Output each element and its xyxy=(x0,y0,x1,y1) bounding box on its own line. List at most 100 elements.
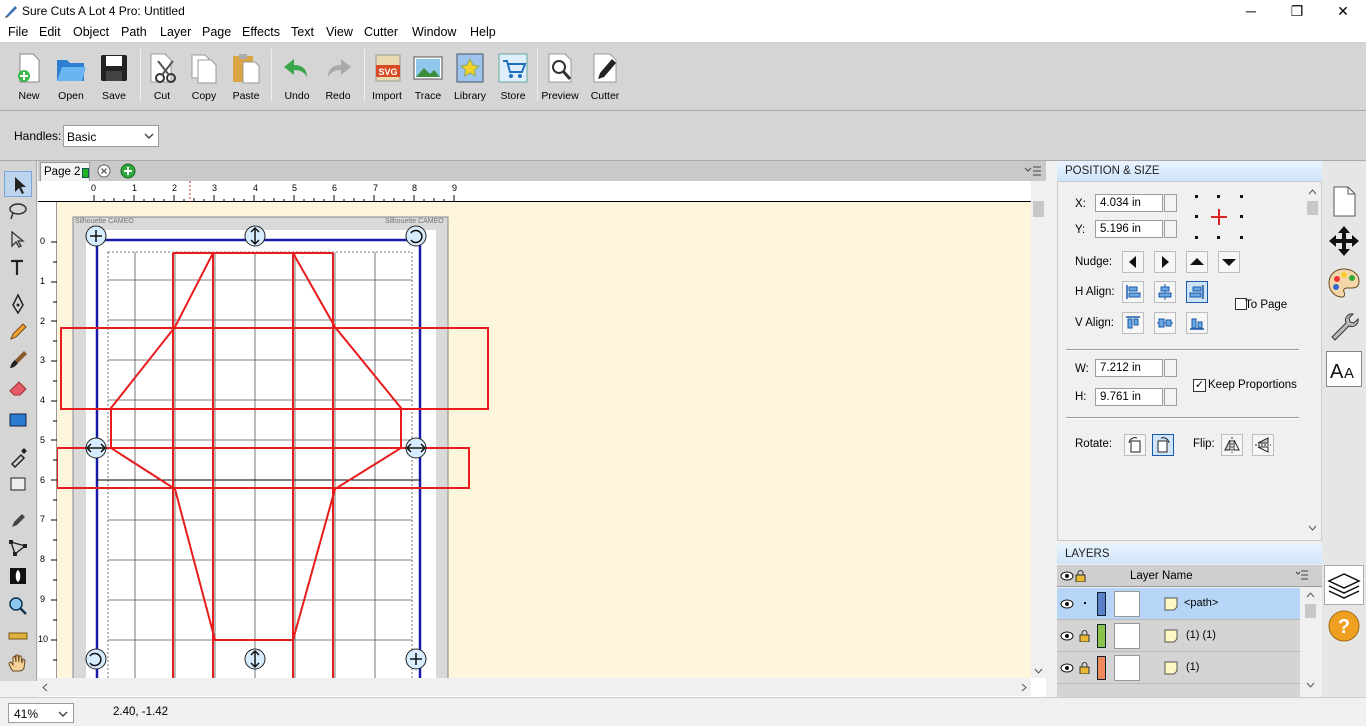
layer-color-swatch[interactable] xyxy=(1097,656,1106,680)
nudge-right-button[interactable] xyxy=(1154,251,1176,273)
align-middle-v-button[interactable] xyxy=(1154,312,1176,334)
nudge-down-button[interactable] xyxy=(1218,251,1240,273)
align-top-button[interactable] xyxy=(1122,312,1144,334)
position-panel-button[interactable] xyxy=(1326,223,1362,259)
width-spinner[interactable] xyxy=(1164,359,1177,377)
help-button[interactable]: ? xyxy=(1327,609,1361,643)
y-input[interactable]: 5.196 in xyxy=(1095,220,1163,238)
scroll-left-icon[interactable] xyxy=(41,683,49,692)
select-tool[interactable] xyxy=(4,171,32,197)
scroll-down-icon[interactable] xyxy=(1308,524,1317,532)
preview-button[interactable]: Preview xyxy=(541,49,579,105)
menu-file[interactable]: File xyxy=(8,25,28,39)
page-tab[interactable]: Page 2 xyxy=(40,162,90,181)
menu-edit[interactable]: Edit xyxy=(39,25,61,39)
pan-tool[interactable] xyxy=(4,651,32,677)
new-button[interactable]: New xyxy=(10,49,48,105)
layer-row[interactable]: (1) xyxy=(1057,652,1300,684)
knife-tool[interactable] xyxy=(4,507,32,533)
settings-panel-button[interactable] xyxy=(1326,309,1362,345)
scroll-thumb[interactable] xyxy=(1307,201,1318,215)
trace-button[interactable]: Trace xyxy=(409,49,447,105)
eyedropper-tool[interactable] xyxy=(4,443,32,469)
align-right-button[interactable] xyxy=(1186,281,1208,303)
lasso-tool[interactable] xyxy=(4,199,32,225)
flip-vertical-button[interactable] xyxy=(1252,434,1274,456)
store-button[interactable]: Store xyxy=(494,49,532,105)
pen-tool[interactable] xyxy=(4,291,32,317)
add-page-icon[interactable] xyxy=(120,163,136,179)
x-input[interactable]: 4.034 in xyxy=(1095,194,1163,212)
menu-object[interactable]: Object xyxy=(73,25,109,39)
redo-button[interactable]: Redo xyxy=(319,49,357,105)
copy-button[interactable]: Copy xyxy=(185,49,223,105)
handles-select[interactable]: Basic xyxy=(63,125,159,147)
text-panel-button[interactable]: AA xyxy=(1326,351,1362,387)
weld-tool[interactable] xyxy=(4,563,32,589)
scroll-up-icon[interactable] xyxy=(1308,188,1317,196)
reference-point-icon[interactable] xyxy=(1194,194,1244,240)
layers-panel-button[interactable] xyxy=(1324,565,1364,605)
document-panel-button[interactable] xyxy=(1326,183,1362,219)
layers-scrollbar[interactable] xyxy=(1301,588,1321,695)
layer-color-swatch[interactable] xyxy=(1097,624,1106,648)
transform-tool[interactable] xyxy=(4,535,32,561)
scroll-down-icon[interactable] xyxy=(1306,681,1315,689)
layer-row[interactable]: <path> xyxy=(1057,588,1300,620)
tabs-menu-icon[interactable] xyxy=(1024,165,1042,177)
cut-button[interactable]: Cut xyxy=(143,49,181,105)
scroll-up-icon[interactable] xyxy=(1306,591,1315,599)
x-spinner[interactable] xyxy=(1164,194,1177,212)
cutter-button[interactable]: Cutter xyxy=(586,49,624,105)
scroll-thumb[interactable] xyxy=(1305,604,1316,618)
unlocked-dot[interactable] xyxy=(1084,602,1086,604)
menu-path[interactable]: Path xyxy=(121,25,147,39)
scroll-down-icon[interactable] xyxy=(1034,667,1043,675)
keep-proportions-checkbox[interactable]: ✓ xyxy=(1193,379,1206,392)
width-input[interactable]: 7.212 in xyxy=(1095,359,1163,377)
nudge-left-button[interactable] xyxy=(1122,251,1144,273)
paste-button[interactable]: Paste xyxy=(227,49,265,105)
menu-effects[interactable]: Effects xyxy=(242,25,280,39)
menu-window[interactable]: Window xyxy=(412,25,456,39)
align-bottom-button[interactable] xyxy=(1186,312,1208,334)
pencil-tool[interactable] xyxy=(4,319,32,345)
menu-page[interactable]: Page xyxy=(202,25,231,39)
eraser-tool[interactable] xyxy=(4,375,32,401)
import-button[interactable]: SVG Import xyxy=(368,49,406,105)
minimize-button[interactable]: ─ xyxy=(1228,0,1274,23)
lock-icon[interactable] xyxy=(1079,661,1090,674)
gradient-tool[interactable] xyxy=(4,471,32,497)
save-button[interactable]: Save xyxy=(95,49,133,105)
scroll-right-icon[interactable] xyxy=(1020,683,1028,692)
layer-row[interactable]: (1) (1) xyxy=(1057,620,1300,652)
layers-menu-icon[interactable] xyxy=(1295,569,1309,581)
zoom-select[interactable]: 41% xyxy=(8,703,74,723)
flip-horizontal-button[interactable] xyxy=(1221,434,1243,456)
menu-text[interactable]: Text xyxy=(291,25,314,39)
maximize-button[interactable]: ❐ xyxy=(1274,0,1320,23)
nudge-up-button[interactable] xyxy=(1186,251,1208,273)
eye-icon[interactable] xyxy=(1060,598,1074,610)
zoom-tool[interactable] xyxy=(4,593,32,619)
menu-help[interactable]: Help xyxy=(470,25,496,39)
library-button[interactable]: Library xyxy=(451,49,489,105)
align-left-button[interactable] xyxy=(1122,281,1144,303)
menu-layer[interactable]: Layer xyxy=(160,25,191,39)
brush-tool[interactable] xyxy=(4,347,32,373)
color-panel-button[interactable] xyxy=(1326,265,1362,301)
height-input[interactable]: 9.761 in xyxy=(1095,388,1163,406)
menu-view[interactable]: View xyxy=(326,25,353,39)
scroll-thumb[interactable] xyxy=(1033,201,1044,217)
align-center-h-button[interactable] xyxy=(1154,281,1176,303)
measure-tool[interactable] xyxy=(4,623,32,649)
panel-scrollbar[interactable] xyxy=(1305,186,1320,536)
design-canvas[interactable]: Silhouette CAMEO Silhouette CAMEO xyxy=(57,202,1031,678)
undo-button[interactable]: Undo xyxy=(278,49,316,105)
lock-icon[interactable] xyxy=(1079,629,1090,642)
close-button[interactable]: ✕ xyxy=(1320,0,1366,23)
text-tool[interactable] xyxy=(4,255,32,281)
y-spinner[interactable] xyxy=(1164,220,1177,238)
layer-color-swatch[interactable] xyxy=(1097,592,1106,616)
menu-cutter[interactable]: Cutter xyxy=(364,25,398,39)
